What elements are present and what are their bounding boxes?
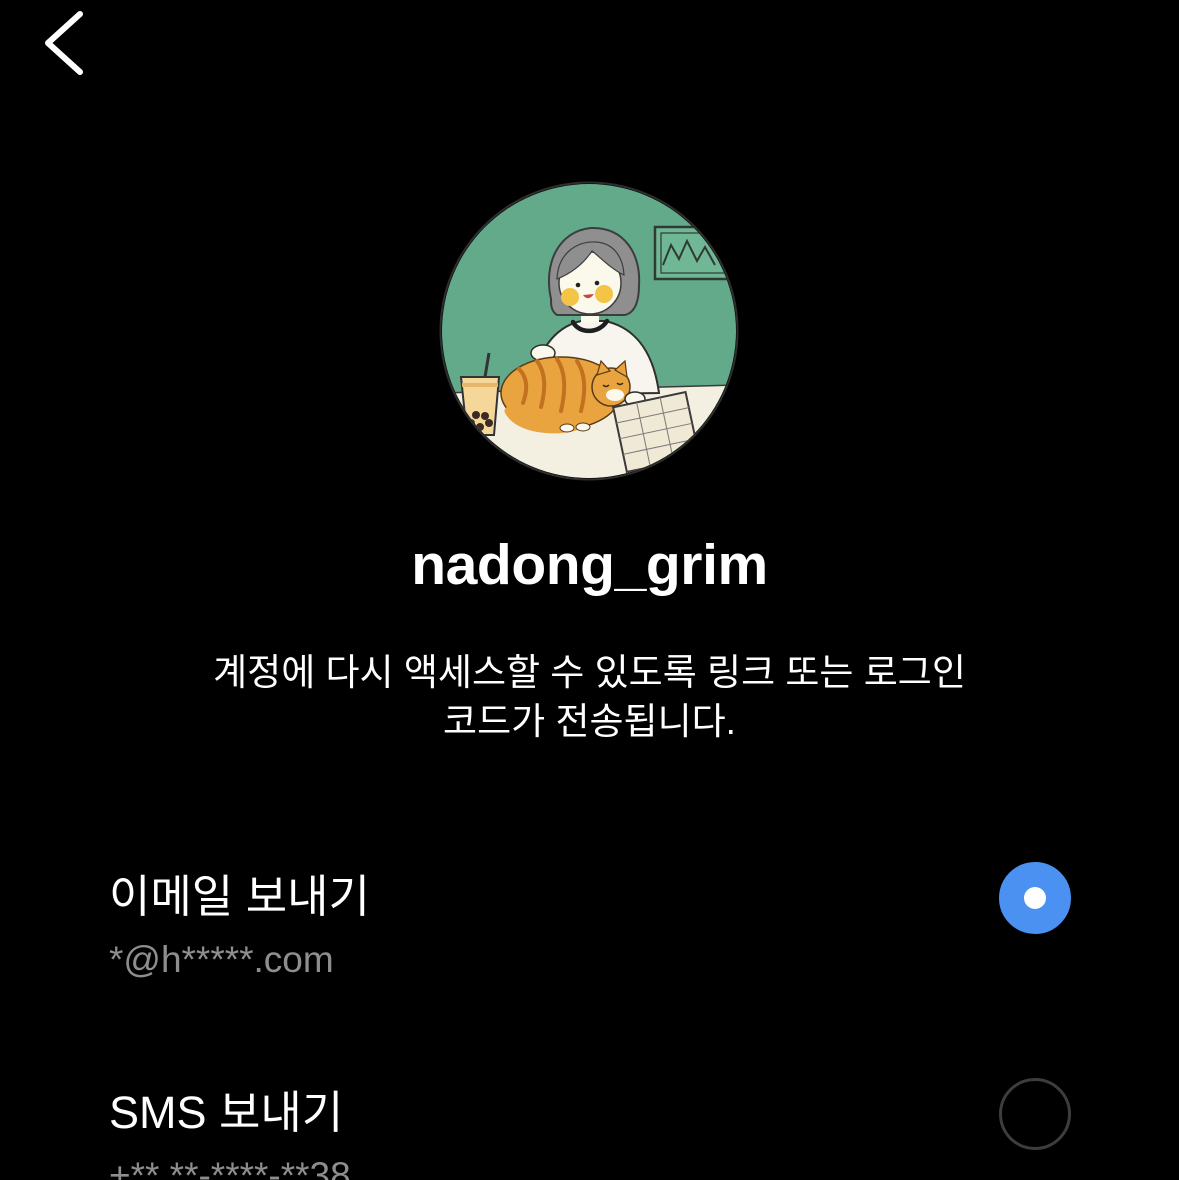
- radio-button[interactable]: [999, 862, 1071, 934]
- radio-selected-dot: [1024, 887, 1046, 909]
- recovery-message-line: 코드가 전송됩니다.: [443, 701, 736, 742]
- chevron-left-icon[interactable]: [34, 6, 94, 80]
- username: nadong_grim: [411, 533, 768, 597]
- radio-button[interactable]: [999, 1078, 1071, 1150]
- avatar-picture-frame: [653, 225, 733, 281]
- option-label[interactable]: 이메일 보내기: [109, 867, 370, 927]
- option-label[interactable]: SMS 보내기: [109, 1083, 343, 1143]
- avatar-notebook: [611, 390, 701, 474]
- back-button[interactable]: [34, 6, 94, 80]
- option-detail: *@h*****.com: [109, 939, 334, 980]
- recovery-message-line: 계정에 다시 액세스할 수 있도록 링크 또는 로그인: [213, 652, 966, 693]
- recovery-message: 계정에 다시 액세스할 수 있도록 링크 또는 로그인 코드가 전송됩니다.: [90, 648, 1089, 746]
- option-detail: +** **-****-**38: [109, 1155, 351, 1180]
- avatar-illustration: [439, 181, 739, 481]
- option-send-email[interactable]: 이메일 보내기 *@h*****.com: [0, 860, 1179, 985]
- option-send-sms[interactable]: SMS 보내기 +** **-****-**38: [0, 1076, 1179, 1180]
- profile-avatar: [439, 181, 739, 481]
